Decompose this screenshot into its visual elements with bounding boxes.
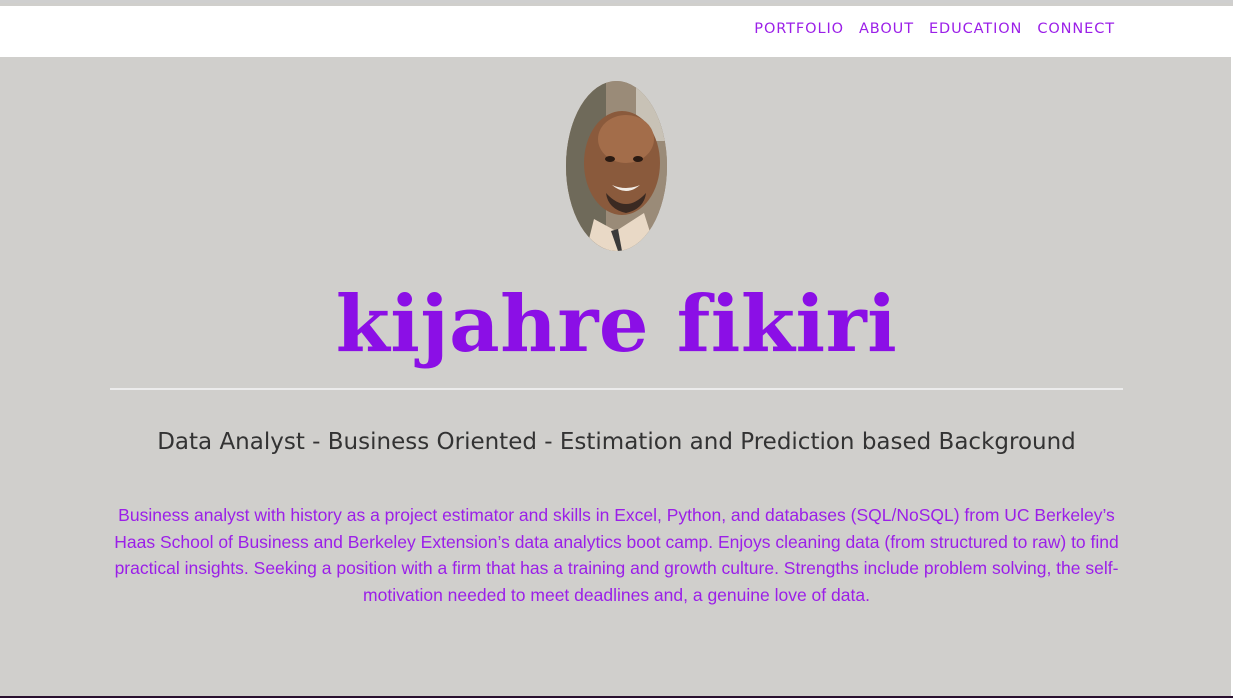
nav-link-education[interactable]: EDUCATION [929, 21, 1022, 37]
nav-link-about[interactable]: ABOUT [859, 21, 914, 37]
page-background: PORTFOLIO ABOUT EDUCATION CONNECT kijahr… [0, 0, 1233, 698]
nav-link-connect[interactable]: CONNECT [1037, 21, 1115, 37]
nav-link-portfolio[interactable]: PORTFOLIO [754, 21, 844, 37]
profile-photo-icon [566, 81, 667, 251]
site-title: kijahre fikiri [335, 279, 898, 370]
nav-menu: PORTFOLIO ABOUT EDUCATION CONNECT [754, 21, 1115, 37]
divider [110, 388, 1123, 390]
navbar: PORTFOLIO ABOUT EDUCATION CONNECT [0, 6, 1233, 57]
tagline: Data Analyst - Business Oriented - Estim… [157, 429, 1076, 455]
avatar [566, 81, 667, 251]
bio-paragraph: Business analyst with history as a proje… [114, 505, 1119, 605]
